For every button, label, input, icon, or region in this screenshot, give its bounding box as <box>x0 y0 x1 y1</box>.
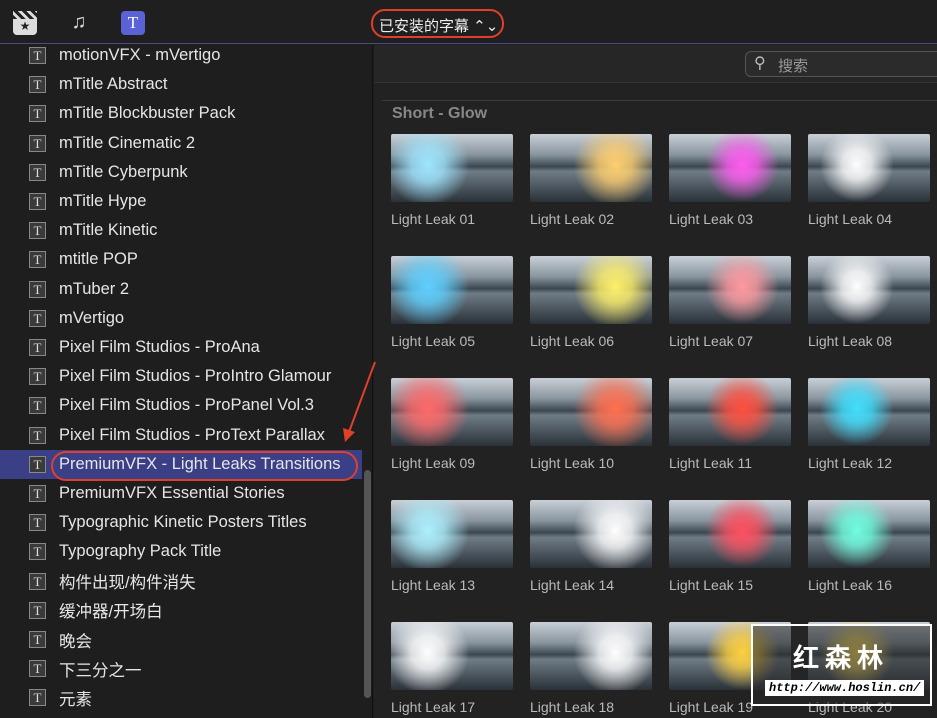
watermark-url: http://www.hoslin.cn/ <box>765 680 925 696</box>
annotation-arrow <box>343 361 376 442</box>
watermark-title: 红森林 <box>793 643 890 673</box>
watermark: 红森林 http://www.hoslin.cn/ <box>751 624 932 706</box>
